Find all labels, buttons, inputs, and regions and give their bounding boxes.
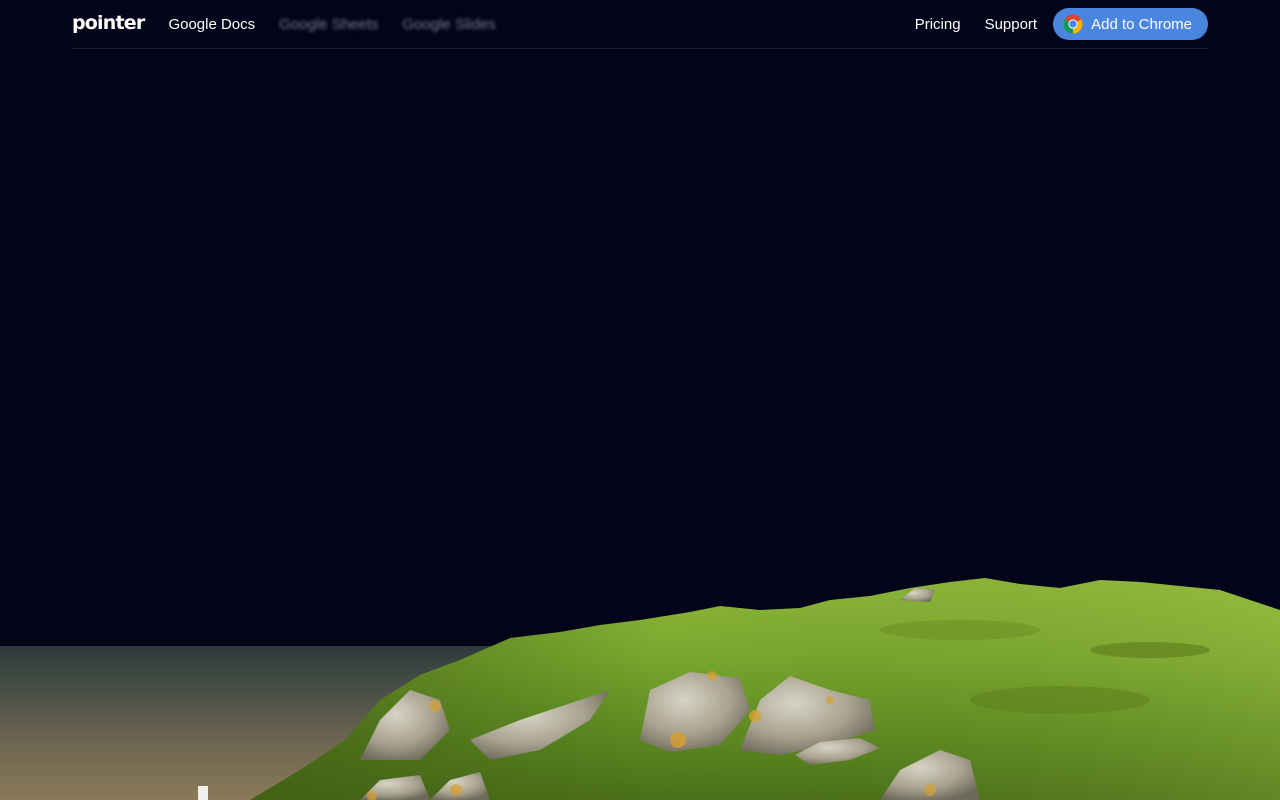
add-to-chrome-label: Add to Chrome xyxy=(1091,15,1192,33)
top-navbar: pointer Google Docs Google Sheets Google… xyxy=(72,0,1208,49)
logo-link[interactable]: pointer xyxy=(72,12,145,34)
nav-link-pricing[interactable]: Pricing xyxy=(915,16,961,33)
add-to-chrome-button[interactable]: Add to Chrome xyxy=(1053,8,1208,40)
nav-link-google-sheets[interactable]: Google Sheets xyxy=(279,16,378,33)
white-marker-shape xyxy=(198,786,208,800)
hero-scene xyxy=(0,0,1280,800)
landing-page: pointer Google Docs Google Sheets Google… xyxy=(0,0,1280,800)
grassy-hill-image xyxy=(250,578,1280,800)
chrome-icon xyxy=(1063,14,1083,34)
nav-link-support[interactable]: Support xyxy=(985,16,1038,33)
nav-link-google-slides[interactable]: Google Slides xyxy=(402,16,495,33)
nav-link-google-docs[interactable]: Google Docs xyxy=(168,16,255,33)
